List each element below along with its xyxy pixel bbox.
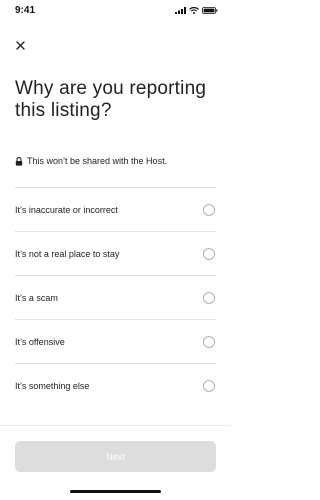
reason-option-label: It’s not a real place to stay bbox=[15, 248, 120, 259]
reason-option-label: It’s something else bbox=[15, 380, 90, 391]
signal-icon bbox=[175, 7, 186, 14]
next-button[interactable]: Next bbox=[15, 441, 216, 472]
lock-icon bbox=[15, 156, 23, 166]
close-icon bbox=[15, 40, 25, 50]
wifi-icon bbox=[189, 7, 199, 14]
battery-icon bbox=[202, 7, 218, 14]
radio-button[interactable] bbox=[203, 335, 215, 348]
reason-option-inaccurate[interactable]: It’s inaccurate or incorrect bbox=[15, 187, 216, 231]
privacy-note: This won’t be shared with the Host. bbox=[15, 156, 167, 166]
radio-button[interactable] bbox=[203, 291, 215, 304]
home-indicator bbox=[70, 490, 161, 493]
close-button[interactable] bbox=[11, 36, 29, 54]
reason-option-something-else[interactable]: It’s something else bbox=[15, 363, 216, 407]
reason-option-scam[interactable]: It’s a scam bbox=[15, 275, 216, 319]
privacy-note-text: This won’t be shared with the Host. bbox=[27, 156, 168, 166]
report-reason-list: It’s inaccurate or incorrect It’s not a … bbox=[15, 187, 216, 407]
radio-button[interactable] bbox=[203, 203, 215, 216]
reason-option-label: It’s offensive bbox=[15, 336, 65, 347]
status-bar: 9:41 bbox=[0, 0, 231, 24]
page-title: Why are you reporting this listing? bbox=[15, 78, 207, 121]
reason-option-label: It’s inaccurate or incorrect bbox=[15, 204, 118, 215]
reason-option-offensive[interactable]: It’s offensive bbox=[15, 319, 216, 363]
status-time: 9:41 bbox=[15, 5, 36, 16]
radio-button[interactable] bbox=[203, 379, 215, 392]
footer-divider bbox=[0, 425, 231, 426]
status-icons bbox=[175, 7, 218, 14]
reason-option-not-real-place[interactable]: It’s not a real place to stay bbox=[15, 231, 216, 275]
radio-button[interactable] bbox=[203, 247, 215, 260]
reason-option-label: It’s a scam bbox=[15, 292, 58, 303]
